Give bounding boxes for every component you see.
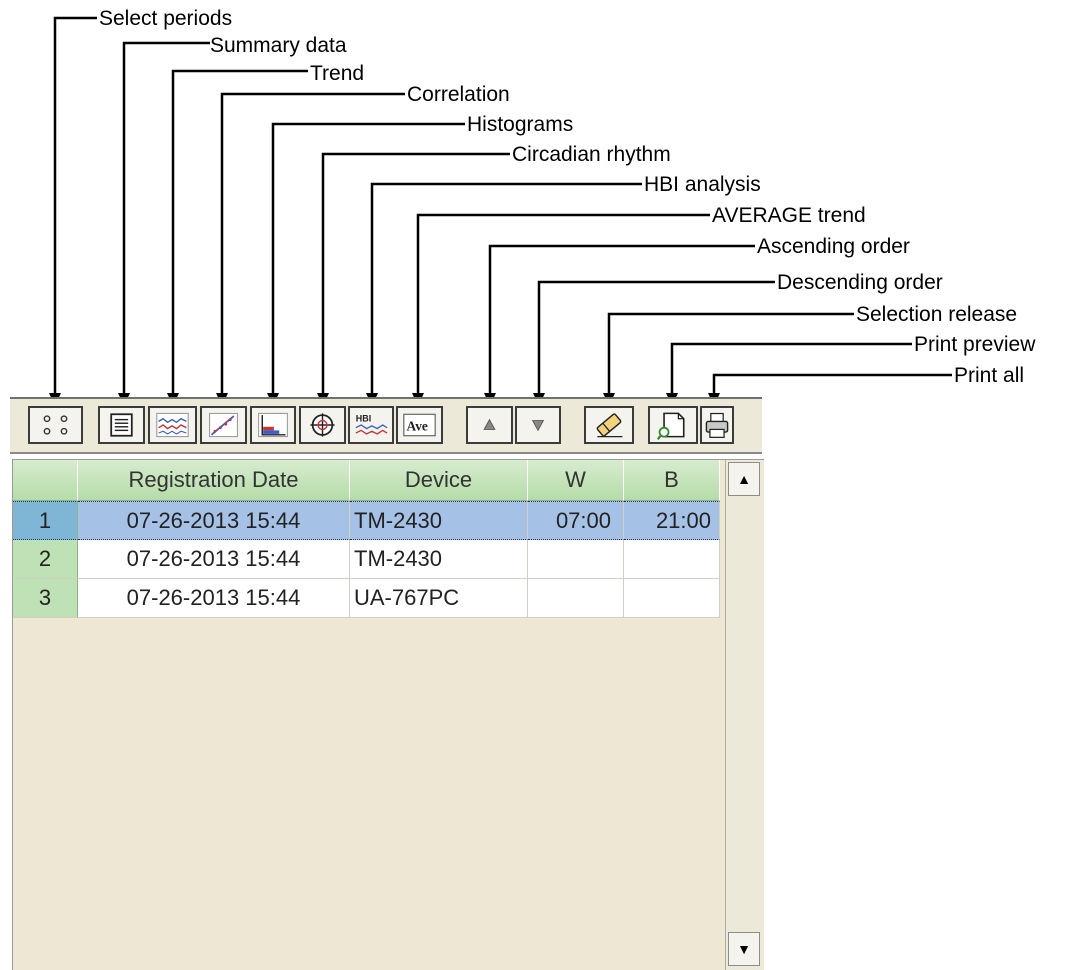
histograms-button[interactable]	[250, 406, 296, 444]
callout-ascending-order: Ascending order	[757, 235, 910, 258]
callout-average-trend: AVERAGE trend	[712, 204, 866, 227]
registration-grid: Registration Date Device W B 1 07-26-201…	[12, 459, 764, 970]
print-all-icon	[705, 412, 729, 438]
ascending-order-icon	[483, 418, 496, 430]
descending-order-icon	[531, 420, 545, 432]
average-trend-button[interactable]: Ave	[396, 406, 443, 444]
row-header-corner	[13, 460, 78, 501]
row-number: 1	[13, 501, 78, 540]
print-all-button[interactable]	[700, 406, 734, 444]
cell-w: 07:00	[528, 501, 624, 540]
correlation-icon	[209, 412, 238, 438]
ascending-order-button[interactable]	[466, 406, 513, 444]
trend-button[interactable]	[148, 406, 197, 444]
circadian-rhythm-icon	[310, 413, 335, 437]
column-header-registration-date[interactable]: Registration Date	[78, 460, 350, 501]
callout-selection-release: Selection release	[856, 303, 1017, 326]
cell-b	[624, 540, 720, 579]
svg-text:HBI: HBI	[356, 413, 371, 423]
column-header-device[interactable]: Device	[350, 460, 528, 501]
callout-circadian-rhythm: Circadian rhythm	[512, 143, 671, 166]
cell-b	[624, 579, 720, 618]
callout-print-all: Print all	[954, 364, 1024, 387]
hbi-analysis-button[interactable]: HBI	[348, 406, 394, 444]
column-header-w[interactable]: W	[528, 460, 624, 501]
cell-device: TM-2430	[350, 540, 528, 579]
correlation-button[interactable]	[200, 406, 247, 444]
select-periods-icon	[43, 415, 68, 435]
hbi-analysis-icon: HBI	[355, 413, 388, 435]
trend-icon	[156, 412, 189, 438]
cell-w	[528, 540, 624, 579]
descending-order-button[interactable]	[515, 406, 561, 444]
callout-print-preview: Print preview	[914, 333, 1036, 356]
cell-registration-date: 07-26-2013 15:44	[78, 501, 350, 540]
selection-release-icon	[596, 413, 623, 438]
row-number: 2	[13, 540, 78, 579]
callout-select-periods: Select periods	[99, 7, 232, 30]
callout-histograms: Histograms	[467, 113, 573, 136]
callout-descending-order: Descending order	[777, 271, 943, 294]
selection-release-button[interactable]	[584, 406, 634, 444]
callout-summary-data: Summary data	[210, 34, 347, 57]
scroll-up-button[interactable]: ▲	[728, 462, 760, 496]
cell-registration-date: 07-26-2013 15:44	[78, 540, 350, 579]
column-header-b[interactable]: B	[624, 460, 720, 501]
summary-data-button[interactable]	[98, 406, 145, 444]
cell-registration-date: 07-26-2013 15:44	[78, 579, 350, 618]
callout-hbi-analysis: HBI analysis	[644, 173, 761, 196]
row-number: 3	[13, 579, 78, 618]
callout-correlation: Correlation	[407, 83, 510, 106]
scroll-down-button[interactable]: ▼	[728, 932, 760, 966]
cell-w	[528, 579, 624, 618]
callout-annotations: Select periods Summary data Trend Correl…	[49, 7, 1036, 400]
print-preview-icon	[656, 412, 685, 440]
cell-device: UA-767PC	[350, 579, 528, 618]
callout-trend: Trend	[310, 62, 364, 85]
print-preview-button[interactable]	[648, 406, 698, 444]
average-trend-icon: Ave	[403, 413, 436, 437]
cell-device: TM-2430	[350, 501, 528, 540]
histogram-icon	[258, 412, 288, 438]
cell-b: 21:00	[624, 501, 720, 540]
vertical-scrollbar[interactable]: ▲ ▼	[725, 460, 763, 970]
circadian-rhythm-button[interactable]	[299, 406, 346, 444]
svg-text:Ave: Ave	[407, 418, 428, 433]
summary-data-icon	[110, 413, 133, 437]
select-periods-button[interactable]	[28, 406, 83, 444]
